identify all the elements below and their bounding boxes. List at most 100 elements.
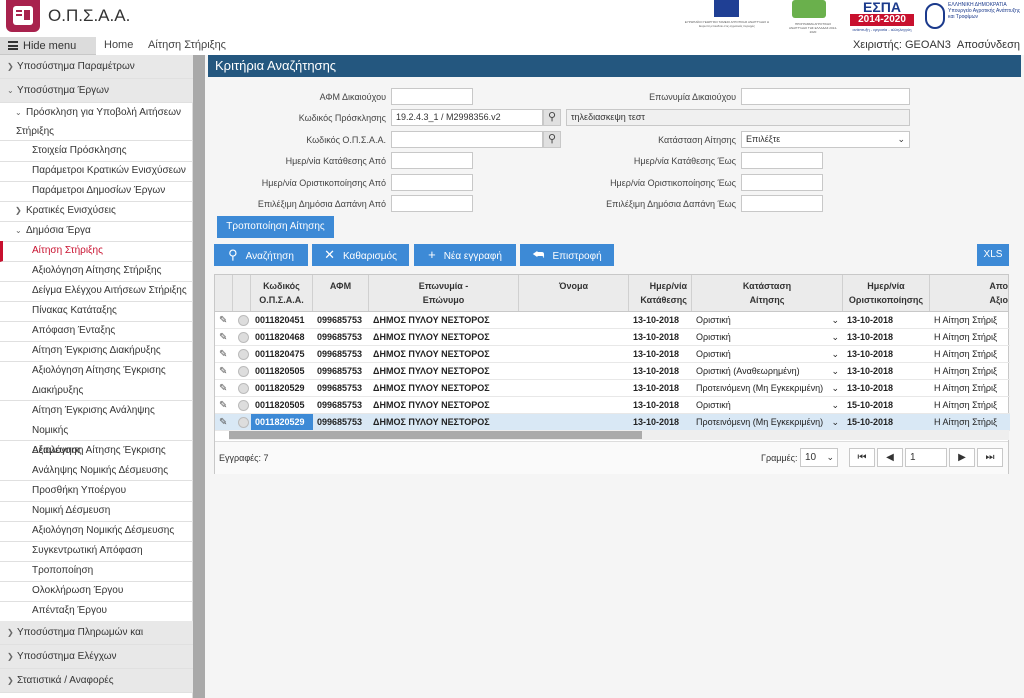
col-submit-date[interactable]: Ημερ/νία Κατάθεσης [629, 275, 692, 311]
sidebar-item-state-aid[interactable]: ❯ Κρατικές Ενισχύσεις [0, 201, 193, 222]
sidebar-item-call[interactable]: ⌄ Πρόσκληση για Υποβολή Αιτήσεων Στήριξης [0, 103, 193, 141]
table-row[interactable]: ✎ 0011820505 099685753 ΔΗΜΟΣ ΠΥΛΟΥ ΝΕΣΤΟ… [215, 363, 1010, 380]
rows-per-page-select[interactable]: 10 ⌄ [800, 448, 838, 467]
edit-icon[interactable]: ✎ [219, 332, 227, 343]
edit-icon[interactable]: ✎ [219, 417, 227, 428]
edit-icon[interactable]: ✎ [219, 315, 227, 326]
chevron-right-icon: ❯ [7, 62, 14, 71]
sidebar-item-app-evaluation[interactable]: Αξιολόγηση Αίτησης Στήριξης [0, 261, 193, 282]
sidebar-item-project-completion[interactable]: Ολοκλήρωση Έργου [0, 581, 193, 602]
back-button[interactable]: ⮪ Επιστροφή [520, 244, 614, 266]
row-radio[interactable] [238, 400, 249, 411]
sidebar-item-projects[interactable]: ⌄ Υποσύστημα Έργων [0, 79, 193, 103]
col-finalize-date[interactable]: Ημερ/νία Οριστικοποίησης [843, 275, 930, 311]
edit-icon[interactable]: ✎ [219, 349, 227, 360]
row-radio[interactable] [238, 315, 249, 326]
eu-fund-logo: ΕΥΡΩΠΑΪΚΟ ΓΕΩΡΓΙΚΟ ΤΑΜΕΙΟ ΑΓΡΟΤΙΚΗΣ ΑΝΑΠ… [683, 0, 771, 34]
table-row[interactable]: ✎ 0011820475 099685753 ΔΗΜΟΣ ΠΥΛΟΥ ΝΕΣΤΟ… [215, 346, 1010, 363]
sidebar-item-legal-commitment-app[interactable]: Αίτηση Έγκρισης Ανάληψης Νομικής Δέσμευση… [0, 401, 193, 456]
hide-menu-button[interactable]: Hide menu [0, 37, 96, 55]
opsaa-search-button[interactable]: ⚲ [543, 131, 561, 148]
col-first-name[interactable]: Όνομα [519, 275, 629, 311]
chevron-right-icon: ❯ [7, 676, 14, 685]
close-icon: ✕ [324, 247, 335, 262]
sidebar-item-state-aid-params[interactable]: Παράμετροι Κρατικών Ενισχύσεων [0, 161, 193, 182]
col-select [233, 275, 251, 311]
sidebar-item-summary-decision[interactable]: Συγκεντρωτική Απόφαση [0, 541, 193, 562]
next-page-icon: ▶ [958, 452, 966, 463]
app-logo [6, 0, 40, 32]
call-code-input[interactable]: 19.2.4.3_1 / M2998356.v2 [391, 109, 543, 126]
table-row-selected[interactable]: ✎ 0011820529 099685753 ΔΗΜΟΣ ΠΥΛΟΥ ΝΕΣΤΟ… [215, 414, 1010, 431]
sidebar-item-tender-approval[interactable]: Αίτηση Έγκρισης Διακήρυξης [0, 341, 193, 362]
opsaa-input[interactable] [391, 131, 543, 148]
table-row[interactable]: ✎ 0011820451 099685753 ΔΗΜΟΣ ΠΥΛΟΥ ΝΕΣΤΟ… [215, 312, 1010, 329]
first-page-button[interactable]: ⏮ [849, 448, 875, 467]
exp-to-input[interactable] [741, 195, 823, 212]
breadcrumb[interactable]: Αίτηση Στήριξης [148, 39, 226, 51]
sidebar-item-legal-commitment-evaluation[interactable]: Αξιολόγηση Νομικής Δέσμευσης [0, 521, 193, 542]
table-row[interactable]: ✎ 0011820468 099685753 ΔΗΜΟΣ ΠΥΛΟΥ ΝΕΣΤΟ… [215, 329, 1010, 346]
call-search-button[interactable]: ⚲ [543, 109, 561, 126]
col-name[interactable]: Επωνυμία - Επώνυμο [369, 275, 519, 311]
sidebar-item-legal-commitment-eval[interactable]: Αξιολόγηση Αίτησης Έγκρισης Ανάληψης Νομι… [0, 441, 193, 481]
status-select[interactable]: Επιλέξτε ⌄ [741, 131, 910, 148]
sidebar-item-support-application[interactable]: Αίτηση Στήριξης [0, 241, 193, 262]
col-decision[interactable]: Απο Αξιο [930, 275, 1008, 311]
col-status[interactable]: Κατάσταση Αίτησης [692, 275, 843, 311]
sidebar-item-public-works-params[interactable]: Παράμετροι Δημοσίων Έργων [0, 181, 193, 202]
table-row[interactable]: ✎ 0011820529 099685753 ΔΗΜΟΣ ΠΥΛΟΥ ΝΕΣΤΟ… [215, 380, 1010, 397]
app-title: Ο.Π.Σ.Α.Α. [48, 6, 131, 25]
row-radio[interactable] [238, 383, 249, 394]
fin-from-input[interactable] [391, 174, 473, 191]
call-code-label: Κωδικός Πρόσκλησης [298, 113, 386, 123]
sidebar-item-sample-check[interactable]: Δείγμα Ελέγχου Αιτήσεων Στήριξης [0, 281, 193, 302]
prev-page-button[interactable]: ◀ [877, 448, 903, 467]
sidebar-item-inclusion-decision[interactable]: Απόφαση Ένταξης [0, 321, 193, 342]
col-code[interactable]: Κωδικός Ο.Π.Σ.Α.Α. [251, 275, 313, 311]
sub-to-input[interactable] [741, 152, 823, 169]
search-button[interactable]: ⚲ Αναζήτηση [214, 244, 308, 266]
records-count: Εγγραφές: 7 [219, 453, 269, 463]
logout-link[interactable]: Αποσύνδεση [957, 39, 1020, 51]
sidebar-item-ranking[interactable]: Πίνακας Κατάταξης [0, 301, 193, 322]
exp-from-input[interactable] [391, 195, 473, 212]
fin-to-input[interactable] [741, 174, 823, 191]
sidebar-item-project-exclusion[interactable]: Απένταξη Έργου [0, 601, 193, 622]
rows-label: Γραμμές: [761, 453, 798, 463]
surname-input[interactable] [741, 88, 910, 105]
new-record-button[interactable]: + Νέα εγγραφή [414, 244, 516, 266]
sub-from-input[interactable] [391, 152, 473, 169]
sidebar-item-tender-evaluation[interactable]: Αξιολόγηση Αίτησης Έγκρισης Διακήρυξης [0, 361, 193, 401]
col-afm[interactable]: ΑΦΜ [313, 275, 369, 311]
row-radio[interactable] [238, 417, 249, 428]
sidebar-scrollbar[interactable] [193, 55, 205, 698]
modify-application-button[interactable]: Τροποποίηση Αίτησης [217, 216, 334, 238]
xls-export-button[interactable]: XLS [977, 244, 1009, 266]
sidebar-item-statistics[interactable]: ❯ Στατιστικά / Αναφορές [0, 669, 193, 693]
clear-button[interactable]: ✕ Καθαρισμός [312, 244, 409, 266]
fin-from-label: Ημερ/νία Οριστικοποίησης Από [261, 178, 386, 188]
sidebar-item-parameters[interactable]: ❯ Υποσύστημα Παραμέτρων [0, 55, 193, 79]
afm-input[interactable] [391, 88, 473, 105]
edit-icon[interactable]: ✎ [219, 383, 227, 394]
next-page-button[interactable]: ▶ [949, 448, 975, 467]
last-page-button[interactable]: ⏭ [977, 448, 1003, 467]
sidebar-item-modification[interactable]: Τροποποίηση [0, 561, 193, 582]
grid-horizontal-scrollbar[interactable] [229, 430, 1009, 440]
chevron-right-icon: ❯ [7, 628, 14, 637]
sidebar-item-add-subproject[interactable]: Προσθήκη Υποέργου [0, 481, 193, 502]
sidebar-item-payments[interactable]: ❯ Υποσύστημα Πληρωμών και [0, 621, 193, 645]
nav-home-link[interactable]: Home [104, 39, 133, 51]
row-radio[interactable] [238, 366, 249, 377]
row-radio[interactable] [238, 332, 249, 343]
page-input[interactable]: 1 [905, 448, 947, 467]
sidebar-item-public-works[interactable]: ⌄ Δημόσια Έργα [0, 221, 193, 242]
edit-icon[interactable]: ✎ [219, 400, 227, 411]
edit-icon[interactable]: ✎ [219, 366, 227, 377]
table-row[interactable]: ✎ 0011820505 099685753 ΔΗΜΟΣ ΠΥΛΟΥ ΝΕΣΤΟ… [215, 397, 1010, 414]
sidebar-item-legal-commitment[interactable]: Νομική Δέσμευση [0, 501, 193, 522]
sidebar-item-controls[interactable]: ❯ Υποσύστημα Ελέγχων [0, 645, 193, 669]
row-radio[interactable] [238, 349, 249, 360]
sidebar-item-call-details[interactable]: Στοιχεία Πρόσκλησης [0, 141, 193, 162]
